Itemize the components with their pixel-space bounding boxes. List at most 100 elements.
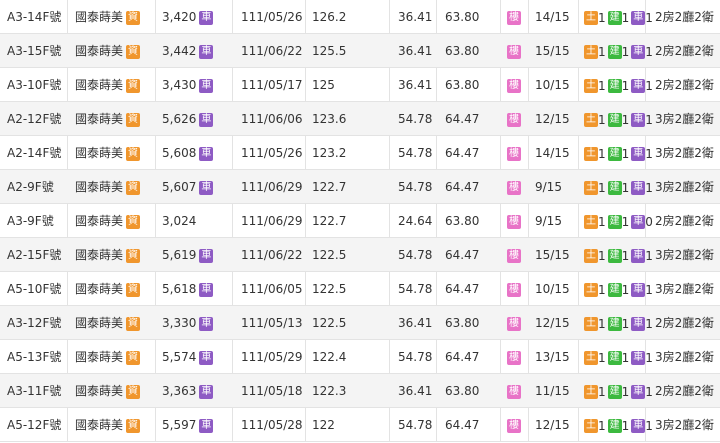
- floor-type-cell: 樓: [507, 374, 521, 408]
- land-count: 1: [598, 384, 606, 399]
- community-name[interactable]: 國泰蒔美: [75, 248, 123, 262]
- table-row[interactable]: A2-14F號 國泰蒔美資 5,608 車 111/05/26 123.2 54.78 64.…: [0, 136, 720, 170]
- building-count-badge-icon: 建: [607, 350, 622, 365]
- parking-badge-icon: 車: [199, 350, 214, 365]
- unit-price-cell: 122.5: [312, 248, 347, 262]
- capital-badge-icon: 資: [126, 316, 141, 331]
- table-row[interactable]: A2-15F號 國泰蒔美資 5,619 車 111/06/22 122.5 54.78 64.…: [0, 238, 720, 272]
- community-name[interactable]: 國泰蒔美: [75, 418, 123, 432]
- table-row[interactable]: A3-9F號 國泰蒔美資 3,024 111/06/29 122.7 24.64 63.80…: [0, 204, 720, 238]
- floor-cell: 12/15: [535, 112, 570, 126]
- community-cell: 國泰蒔美資: [75, 136, 141, 170]
- community-name[interactable]: 國泰蒔美: [75, 214, 123, 228]
- community-name[interactable]: 國泰蒔美: [75, 180, 123, 194]
- unit-price-cell: 126.2: [312, 10, 347, 24]
- community-name[interactable]: 國泰蒔美: [75, 384, 123, 398]
- building-badge-icon: 樓: [507, 384, 521, 399]
- building-count: 1: [621, 10, 630, 25]
- unit-cell: A2-9F號: [7, 180, 54, 194]
- floor-type-cell: 樓: [507, 170, 521, 204]
- land-building-parking-cell: 土1建1車1: [584, 170, 655, 204]
- table-row[interactable]: A3-10F號 國泰蒔美資 3,430 車 111/05/17 125 36.41 63.80…: [0, 68, 720, 102]
- table-row[interactable]: A5-13F號 國泰蒔美資 5,574 車 111/05/29 122.4 54.78 64.…: [0, 340, 720, 374]
- price-cell: 5,574 車: [162, 340, 214, 374]
- community-name[interactable]: 國泰蒔美: [75, 350, 123, 364]
- community-name[interactable]: 國泰蒔美: [75, 112, 123, 126]
- land-building-parking-cell: 土1建1車1: [584, 306, 655, 340]
- parking-count-badge-icon: 車: [631, 214, 646, 229]
- floor-type-cell: 樓: [507, 204, 521, 238]
- community-name[interactable]: 國泰蒔美: [75, 44, 123, 58]
- price-cell: 5,619 車: [162, 238, 214, 272]
- community-name[interactable]: 國泰蒔美: [75, 146, 123, 160]
- price-value: 3,430: [162, 78, 197, 92]
- capital-badge-icon: 資: [126, 248, 141, 263]
- parking-count: 1: [645, 350, 653, 365]
- land-building-parking-cell: 土1建1車1: [584, 136, 655, 170]
- floor-type-cell: 樓: [507, 136, 521, 170]
- capital-badge-icon: 資: [126, 112, 141, 127]
- building-count-badge-icon: 建: [607, 316, 622, 331]
- community-name[interactable]: 國泰蒔美: [75, 78, 123, 92]
- price-value: 5,597: [162, 418, 197, 432]
- parking-count: 1: [645, 78, 653, 93]
- land-building-parking-cell: 土1建1車1: [584, 340, 655, 374]
- land-building-parking-cell: 土1建1車1: [584, 238, 655, 272]
- land-building-parking-cell: 土1建1車1: [584, 68, 655, 102]
- building-count-badge-icon: 建: [607, 180, 622, 195]
- table-row[interactable]: A3-15F號 國泰蒔美資 3,442 車 111/06/22 125.5 36.41 63.…: [0, 34, 720, 68]
- land-building-parking-cell: 土1建1車1: [584, 272, 655, 306]
- table-row[interactable]: A3-14F號 國泰蒔美資 3,420 車 111/05/26 126.2 36.41 63.…: [0, 0, 720, 34]
- unit-cell: A2-15F號: [7, 248, 62, 262]
- community-cell: 國泰蒔美資: [75, 340, 141, 374]
- price-value: 5,626: [162, 112, 197, 126]
- building-badge-icon: 樓: [507, 10, 521, 25]
- table-row[interactable]: A5-10F號 國泰蒔美資 5,618 車 111/06/05 122.5 54.78 64.…: [0, 272, 720, 306]
- layout-cell: 3房2廳2衛: [655, 282, 714, 296]
- land-count: 1: [598, 418, 606, 433]
- capital-badge-icon: 資: [126, 180, 141, 195]
- parking-badge-icon: 車: [199, 248, 214, 263]
- parking-count-badge-icon: 車: [631, 146, 646, 161]
- community-cell: 國泰蒔美資: [75, 204, 141, 238]
- unit-price-cell: 123.6: [312, 112, 347, 126]
- floor-type-cell: 樓: [507, 272, 521, 306]
- date-cell: 111/05/13: [241, 316, 303, 330]
- community-cell: 國泰蒔美資: [75, 102, 141, 136]
- building-count: 1: [621, 248, 630, 263]
- price-value: 3,330: [162, 316, 197, 330]
- building-count-badge-icon: 建: [607, 248, 622, 263]
- community-cell: 國泰蒔美資: [75, 408, 141, 442]
- capital-badge-icon: 資: [126, 78, 141, 93]
- community-name[interactable]: 國泰蒔美: [75, 10, 123, 24]
- date-cell: 111/06/06: [241, 112, 303, 126]
- community-cell: 國泰蒔美資: [75, 0, 141, 34]
- table-row[interactable]: A2-9F號 國泰蒔美資 5,607 車 111/06/29 122.7 54.78 64.4…: [0, 170, 720, 204]
- land-count: 1: [598, 180, 606, 195]
- table-row[interactable]: A2-12F號 國泰蒔美資 5,626 車 111/06/06 123.6 54.78 64.…: [0, 102, 720, 136]
- land-building-parking-cell: 土1建1車0: [584, 204, 655, 238]
- parking-count-badge-icon: 車: [631, 316, 646, 331]
- price-cell: 5,607 車: [162, 170, 214, 204]
- land-count: 1: [598, 316, 606, 331]
- table-row[interactable]: A5-12F號 國泰蒔美資 5,597 車 111/05/28 122 54.78 64.47…: [0, 408, 720, 442]
- community-name[interactable]: 國泰蒔美: [75, 316, 123, 330]
- unit-cell: A3-15F號: [7, 44, 62, 58]
- floor-cell: 14/15: [535, 10, 570, 24]
- floor-cell: 9/15: [535, 214, 562, 228]
- community-name[interactable]: 國泰蒔美: [75, 282, 123, 296]
- price-cell: 3,442 車: [162, 34, 214, 68]
- price-cell: 3,024: [162, 204, 196, 238]
- area-cell: 54.78: [398, 350, 433, 364]
- unit-price-cell: 122.7: [312, 180, 347, 194]
- floor-type-cell: 樓: [507, 306, 521, 340]
- parking-count: 1: [645, 112, 653, 127]
- area-cell: 36.41: [398, 78, 433, 92]
- land-building-parking-cell: 土1建1車1: [584, 34, 655, 68]
- table-row[interactable]: A3-11F號 國泰蒔美資 3,363 車 111/05/18 122.3 36.41 63.…: [0, 374, 720, 408]
- main-area-cell: 64.47: [445, 146, 480, 160]
- unit-cell: A3-9F號: [7, 214, 54, 228]
- table-row[interactable]: A3-12F號 國泰蒔美資 3,330 車 111/05/13 122.5 36.41 63.…: [0, 306, 720, 340]
- price-cell: 5,626 車: [162, 102, 214, 136]
- layout-cell: 3房2廳2衛: [655, 146, 714, 160]
